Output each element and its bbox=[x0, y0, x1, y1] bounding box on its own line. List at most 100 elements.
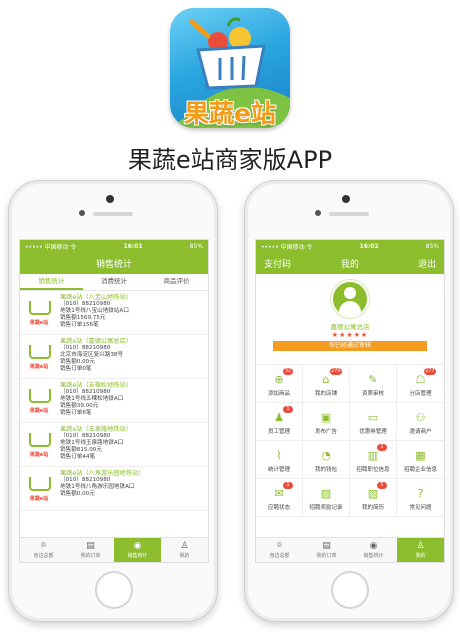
store-info: 果蔬e站（八宝山地铁站） （010）88210980 地铁1号线八宝山地铁站A口 销售… bbox=[60, 294, 132, 331]
orders-icon: ▤ bbox=[322, 541, 331, 551]
grid-item-staff[interactable]: ♟ 员工管理 1 bbox=[256, 403, 303, 441]
store-info: 果蔬e站（八角游乐园地铁站） （010）88210980 地铁1号线八角游乐园地铁A… bbox=[60, 470, 144, 507]
battery: 85% bbox=[425, 242, 439, 250]
store-name: 果蔬e站（八宝山地铁站） bbox=[60, 294, 132, 301]
tab-product-reviews[interactable]: 商品评价 bbox=[145, 274, 208, 290]
notification-badge: 277 bbox=[424, 368, 436, 375]
nav-item-user[interactable]: ♙ 我的 bbox=[161, 538, 208, 562]
grid-item-label: 我的店铺 bbox=[314, 391, 337, 397]
nav-item-label: 我的订单 bbox=[316, 553, 337, 559]
header-title: 我的 bbox=[340, 259, 359, 270]
certificate-icon: ✎ bbox=[368, 373, 378, 386]
grid-item-invite[interactable]: ⚇ 邀请商户 bbox=[397, 403, 444, 441]
clock: 16:02 bbox=[359, 242, 379, 250]
stats-icon: ◉ bbox=[133, 541, 142, 551]
status-bar: ••••• 中国移动 令 16:02 85% bbox=[256, 240, 444, 252]
grid-item-coupon[interactable]: ▭ 优惠券管理 bbox=[350, 403, 397, 441]
nav-item-location[interactable]: ⌾ 身边总部 bbox=[20, 538, 67, 562]
grid-item-company[interactable]: ▦ 招聘企业信息 bbox=[397, 441, 444, 479]
thumbnail-text: 果蔬e站 bbox=[29, 320, 49, 326]
grid-item-apply[interactable]: ✉ 应聘状态 1 bbox=[256, 479, 303, 517]
grid-item-shop[interactable]: ⌂ 我的店铺 270 bbox=[303, 365, 350, 403]
grid-item-question[interactable]: ? 常见问题 bbox=[397, 479, 444, 517]
home-button[interactable] bbox=[95, 571, 133, 609]
store-list-item[interactable]: 果蔬e站 果蔬e站（五棵松地铁站） （010）88210980 地铁1号线五棵松地铁A… bbox=[20, 379, 208, 423]
store-orders: 销售订单6笔 bbox=[60, 410, 92, 416]
store-orders: 销售订单156笔 bbox=[60, 322, 99, 328]
grid-item-label: 统计管理 bbox=[267, 467, 290, 473]
store-list-item[interactable]: 果蔬e站 果蔬e站（玉泉路地铁站） （010）88210980 地铁1号线玉泉路地铁A… bbox=[20, 423, 208, 467]
home-button[interactable] bbox=[331, 571, 369, 609]
logout-button[interactable]: 退出 bbox=[418, 257, 436, 270]
nav-item-location[interactable]: ⌾ 身边总部 bbox=[256, 538, 303, 562]
nav-item-user[interactable]: ♙ 我的 bbox=[397, 538, 444, 562]
avatar[interactable] bbox=[331, 280, 369, 318]
carrier: ••••• 中国移动 令 bbox=[261, 243, 313, 251]
nav-item-stats[interactable]: ◉ 销售统计 bbox=[114, 538, 161, 562]
nav-item-orders[interactable]: ▤ 我的订单 bbox=[303, 538, 350, 562]
grid-item-reward[interactable]: ▨ 招聘奖励记录 bbox=[303, 479, 350, 517]
store-address: 北京市海淀区复兴路38号 bbox=[60, 352, 124, 358]
location-icon: ⌾ bbox=[40, 541, 47, 551]
basket-icon bbox=[29, 389, 51, 403]
grid-item-job[interactable]: ▥ 招聘职位信息 1 bbox=[350, 441, 397, 479]
store-name: 果蔬e站（玉泉路地铁站） bbox=[60, 426, 132, 433]
battery: 85% bbox=[189, 242, 203, 250]
nav-item-stats[interactable]: ◉ 销售统计 bbox=[350, 538, 397, 562]
add-product-icon: ⊕ bbox=[274, 373, 284, 386]
grid-item-resume[interactable]: ▧ 我的简历 5 bbox=[350, 479, 397, 517]
grid-item-label: 我的钱包 bbox=[314, 467, 337, 473]
invite-icon: ⚇ bbox=[415, 411, 426, 424]
store-sales: 销售额815.00元 bbox=[60, 447, 102, 453]
rating-stars: ★★★★★ bbox=[331, 331, 369, 339]
grid-item-ad[interactable]: ▣ 发布广告 bbox=[303, 403, 350, 441]
store-phone: （010）88210980 bbox=[60, 345, 111, 351]
store-sales: 销售额1569.75元 bbox=[60, 315, 106, 321]
user-icon: ♙ bbox=[416, 541, 425, 551]
nav-item-label: 身边总部 bbox=[33, 553, 54, 559]
store-thumbnail: 果蔬e站 bbox=[24, 430, 54, 460]
tab-consumption-stats[interactable]: 消费统计 bbox=[83, 274, 146, 290]
wallet-icon: ◔ bbox=[321, 449, 331, 462]
grid-item-wallet[interactable]: ◔ 我的钱包 bbox=[303, 441, 350, 479]
nav-item-orders[interactable]: ▤ 我的订单 bbox=[67, 538, 114, 562]
store-list-item[interactable]: 果蔬e站 果蔬e站（嘉德公寓总店） （010）88210980 北京市海淀区复兴路38… bbox=[20, 335, 208, 379]
branch-icon: ☖ bbox=[415, 373, 426, 386]
header-title: 销售统计 bbox=[95, 259, 132, 270]
grid-item-label: 优惠券管理 bbox=[359, 429, 387, 435]
speaker bbox=[329, 212, 369, 216]
basket-icon bbox=[29, 433, 51, 447]
grid-item-certificate[interactable]: ✎ 资质审核 bbox=[350, 365, 397, 403]
grid-item-label: 招聘职位信息 bbox=[356, 467, 390, 473]
nav-item-label: 身边总部 bbox=[269, 553, 290, 559]
grid-item-chart[interactable]: ⌇ 统计管理 bbox=[256, 441, 303, 479]
bottom-nav: ⌾ 身边总部 ▤ 我的订单 ◉ 销售统计 ♙ 我的 bbox=[256, 537, 444, 562]
grid-item-add-product[interactable]: ⊕ 添加商品 32 bbox=[256, 365, 303, 403]
stats-icon: ◉ bbox=[369, 541, 378, 551]
store-sales: 销售额0.00元 bbox=[60, 491, 95, 497]
store-phone: （010）88210980 bbox=[60, 433, 111, 439]
tab-sales-stats[interactable]: 销售统计 bbox=[20, 274, 83, 290]
store-thumbnail: 果蔬e站 bbox=[24, 342, 54, 372]
store-name: 果蔬e站（五棵松地铁站） bbox=[60, 382, 132, 389]
store-phone: （010）88210980 bbox=[60, 389, 111, 395]
audit-status-bar: 你已经通过审核 bbox=[273, 341, 427, 351]
store-list-item[interactable]: 果蔬e站 果蔬e站（八角游乐园地铁站） （010）88210980 地铁1号线八角游乐… bbox=[20, 467, 208, 511]
store-phone: （010）88210980 bbox=[60, 477, 111, 483]
store-info: 果蔬e站（嘉德公寓总店） （010）88210980 北京市海淀区复兴路38号 销售额… bbox=[60, 338, 132, 375]
shop-name: 嘉德公寓总店 bbox=[330, 323, 370, 331]
grid-item-branch[interactable]: ☖ 分店管理 277 bbox=[397, 365, 444, 403]
screen-sales-stats: ••••• 中国移动 令 16:01 85% 销售统计 销售统计 消费统计 商品… bbox=[19, 239, 209, 563]
front-camera bbox=[315, 210, 321, 216]
payment-code-button[interactable]: 支付码 bbox=[264, 257, 291, 270]
grid-item-label: 招聘奖励记录 bbox=[309, 505, 343, 511]
tab-bar: 销售统计 消费统计 商品评价 bbox=[20, 274, 208, 291]
store-thumbnail: 果蔬e站 bbox=[24, 386, 54, 416]
logo-text: 果蔬e站 bbox=[184, 99, 276, 128]
store-phone: （010）88210980 bbox=[60, 301, 111, 307]
store-address: 地铁1号线八角游乐园地铁A口 bbox=[60, 484, 135, 490]
clock: 16:01 bbox=[123, 242, 143, 250]
store-list-item[interactable]: 果蔬e站 果蔬e站（八宝山地铁站） （010）88210980 地铁1号线八宝山地铁站… bbox=[20, 291, 208, 335]
store-orders: 销售订单44笔 bbox=[60, 454, 96, 460]
camera bbox=[106, 195, 114, 203]
